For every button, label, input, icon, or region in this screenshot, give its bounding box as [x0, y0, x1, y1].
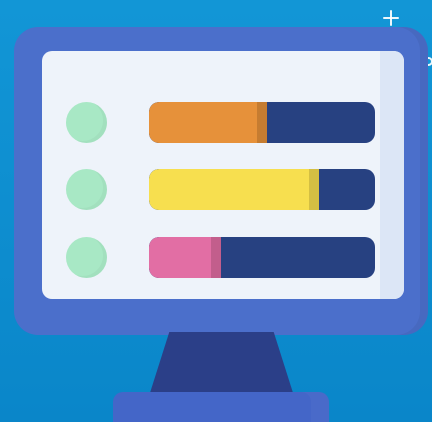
- progress-track: [149, 169, 375, 210]
- progress-track: [149, 102, 375, 143]
- progress-fill: [149, 237, 222, 278]
- progress-fill: [149, 102, 267, 143]
- monitor-frame: [14, 27, 428, 335]
- progress-fill: [149, 169, 319, 210]
- monitor-stand-base: [113, 392, 329, 422]
- status-dot: [66, 237, 107, 278]
- monitor-screen: [42, 51, 404, 299]
- status-dot: [66, 102, 107, 143]
- progress-track: [149, 237, 375, 278]
- progress-row: [42, 102, 404, 144]
- progress-row: [42, 237, 404, 279]
- plus-sparkle-icon: [381, 8, 401, 28]
- status-dot: [66, 169, 107, 210]
- monitor-stand-neck: [149, 332, 294, 396]
- progress-row: [42, 169, 404, 211]
